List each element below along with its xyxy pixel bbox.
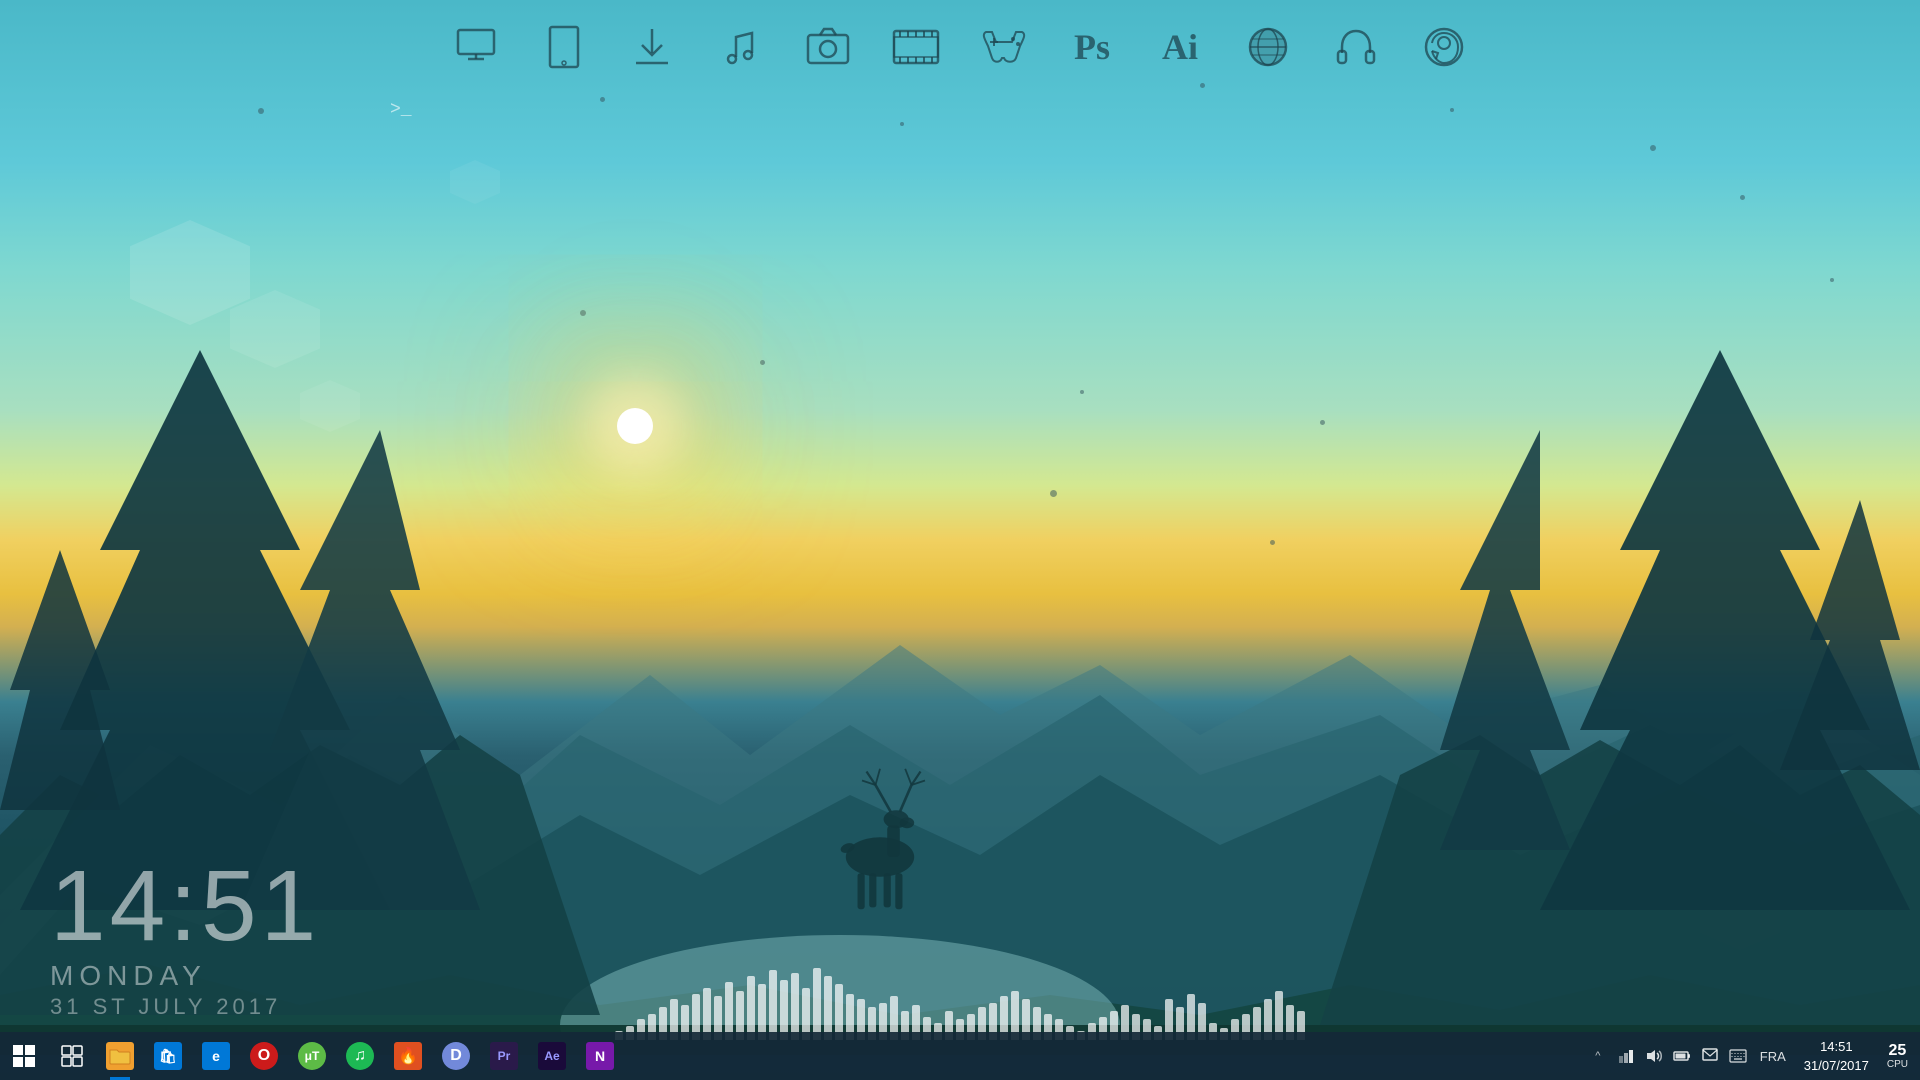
dot-6 [1650,145,1656,151]
viz-bar [813,968,821,1040]
desktop-icon-photoshop[interactable]: Ps [1062,12,1122,82]
deer-silhouette [820,740,940,920]
tray-clock[interactable]: 14:51 31/07/2017 [1794,1032,1879,1080]
desktop-icon-download[interactable] [622,12,682,82]
taskbar: 🛍 e O μT ♫ 🔥 D Pr Ae N ^ [0,1032,1920,1080]
clock-time: 14:51 [50,856,320,956]
dot-2 [600,97,605,102]
desktop-icon-film[interactable] [886,12,946,82]
tray-keyboard-icon[interactable] [1724,1032,1752,1080]
windows-logo [13,1045,35,1067]
ai-text: Ai [1162,26,1198,68]
desktop-icon-headphones[interactable] [1326,12,1386,82]
taskbar-app-spotify[interactable]: ♫ [336,1032,384,1080]
dot-1 [258,108,264,114]
tray-cpu-indicator[interactable]: 25 CPU [1879,1032,1916,1080]
tray-notification-icon[interactable] [1696,1032,1724,1080]
tray-language[interactable]: FRA [1752,1032,1794,1080]
dot-5 [1450,108,1454,112]
desktop-icon-monitor[interactable] [446,12,506,82]
terminal-prompt[interactable]: >_ [390,100,412,120]
dot-9 [580,310,586,316]
dot-3 [900,122,904,126]
taskbar-app-onenote[interactable]: N [576,1032,624,1080]
desktop-icons-row: Ps Ai [416,0,1504,94]
taskbar-app-file-explorer[interactable] [96,1032,144,1080]
taskbar-task-view[interactable] [48,1032,96,1080]
dot-7 [1740,195,1745,200]
dot-13 [1050,490,1057,497]
viz-bar [824,976,832,1040]
wallpaper: 14:51 MONDAY 31 ST JULY 2017 [0,0,1920,1080]
clock-widget: 14:51 MONDAY 31 ST JULY 2017 [50,856,320,1020]
tray-date: 31/07/2017 [1804,1056,1869,1076]
tray-battery-icon[interactable] [1668,1032,1696,1080]
cpu-label: CPU [1887,1059,1908,1070]
taskbar-app-discord[interactable]: D [432,1032,480,1080]
ps-text: Ps [1074,26,1110,68]
tray-time: 14:51 [1820,1037,1853,1057]
clock-day: MONDAY [50,960,320,992]
viz-bar [780,980,788,1040]
start-button[interactable] [0,1032,48,1080]
trees-right [1440,350,1920,1050]
tray-network-icon[interactable] [1612,1032,1640,1080]
dot-8 [1830,278,1834,282]
viz-bar [791,973,799,1040]
taskbar-app-opera[interactable]: O [240,1032,288,1080]
desktop-icon-roundel[interactable] [1238,12,1298,82]
taskbar-app-flame[interactable]: 🔥 [384,1032,432,1080]
tray-expand-button[interactable]: ^ [1584,1032,1612,1080]
tray-volume-icon[interactable] [1640,1032,1668,1080]
clock-date: 31 ST JULY 2017 [50,994,320,1020]
taskbar-app-edge[interactable]: e [192,1032,240,1080]
dot-11 [1080,390,1084,394]
desktop-icon-steam[interactable] [1414,12,1474,82]
dot-10 [760,360,765,365]
desktop-icon-camera[interactable] [798,12,858,82]
taskbar-app-premiere[interactable]: Pr [480,1032,528,1080]
desktop-icon-gamepad[interactable] [974,12,1034,82]
viz-bar [769,970,777,1040]
dot-14 [1270,540,1275,545]
sun [617,408,653,444]
audio-visualizer [615,960,1305,1040]
desktop-icon-tablet[interactable] [534,12,594,82]
cpu-value: 25 [1889,1043,1907,1059]
viz-bar [747,976,755,1040]
desktop-icon-music[interactable] [710,12,770,82]
desktop-icon-illustrator[interactable]: Ai [1150,12,1210,82]
taskbar-app-utorrent[interactable]: μT [288,1032,336,1080]
dot-12 [1320,420,1325,425]
taskbar-tray: ^ [1584,1032,1920,1080]
taskbar-app-after-effects[interactable]: Ae [528,1032,576,1080]
taskbar-app-store[interactable]: 🛍 [144,1032,192,1080]
